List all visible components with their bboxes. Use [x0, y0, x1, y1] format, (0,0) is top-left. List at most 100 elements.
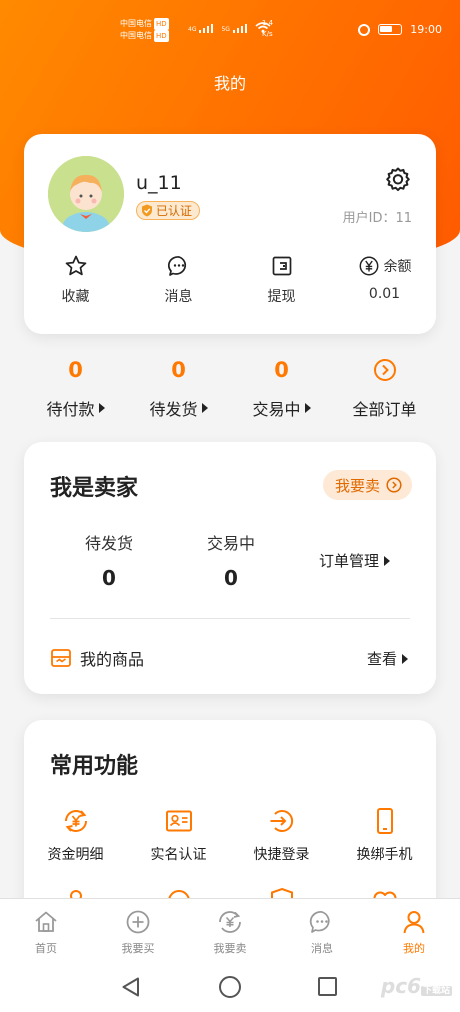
- chat-icon: [167, 256, 186, 276]
- stat-value: 0: [224, 566, 238, 590]
- verified-shield-icon: [142, 204, 152, 217]
- seller-title: 我是卖家: [50, 476, 139, 501]
- quick-messages[interactable]: 消息: [127, 254, 230, 306]
- stat-label: 交易中: [206, 534, 255, 553]
- tab-label: 我的: [403, 942, 425, 955]
- network-type-1: 4G: [188, 26, 197, 33]
- sell-button-label: 我要卖: [334, 476, 380, 495]
- order-in-progress[interactable]: 0 交易中: [230, 356, 333, 420]
- divider: [50, 618, 410, 619]
- function-change-phone[interactable]: 换绑手机: [333, 806, 436, 864]
- order-count: 0: [171, 358, 186, 382]
- tab-buy[interactable]: 我要买: [92, 899, 184, 962]
- tab-messages[interactable]: 消息: [276, 899, 368, 962]
- verified-label: 已认证: [156, 204, 193, 218]
- order-management-label: 订单管理: [318, 552, 379, 570]
- bottom-tab-bar: 首页 我要买 我要卖 消息 我的: [0, 898, 460, 962]
- carrier-2: 中国电信: [120, 31, 152, 40]
- back-triangle-icon[interactable]: [120, 976, 142, 998]
- verified-badge: 已认证: [136, 201, 201, 220]
- quick-withdraw[interactable]: 提现: [230, 254, 333, 306]
- my-goods-link[interactable]: 我的商品: [50, 646, 144, 670]
- profile-card: u_11 已认证 用户ID：11 收藏 消息 提现 余额 0.01: [24, 134, 436, 334]
- seller-card: 我是卖家 我要卖 待发货 0 交易中 0 订单管理 我的商品 查看: [24, 442, 436, 694]
- battery-icon: [378, 24, 403, 35]
- speed-unit: K/s: [262, 30, 273, 38]
- quick-balance[interactable]: 余额 0.01: [333, 254, 436, 306]
- home-circle-icon[interactable]: [219, 976, 241, 998]
- clock: 19:00: [410, 23, 442, 36]
- phone-icon: [376, 808, 393, 834]
- triangle-right-icon: [304, 403, 311, 413]
- avatar[interactable]: [48, 156, 124, 232]
- star-icon: [65, 255, 86, 276]
- triangle-right-icon: [384, 555, 390, 566]
- hd-badge-1: HD: [154, 18, 169, 30]
- yen-cycle-icon: [219, 911, 241, 933]
- view-goods-link[interactable]: 查看: [367, 648, 408, 669]
- order-label: 待付款: [46, 400, 95, 419]
- order-count: 0: [274, 358, 289, 382]
- triangle-right-icon: [402, 653, 408, 664]
- arrow-circle-icon: [386, 477, 402, 493]
- order-pending-shipment[interactable]: 0 待发货: [127, 356, 230, 420]
- status-right: 19:00: [358, 23, 442, 36]
- login-icon: [270, 810, 293, 832]
- order-label: 待发货: [149, 400, 198, 419]
- seller-stat-pending-shipment[interactable]: 待发货 0: [54, 530, 164, 590]
- wallet-icon: [272, 256, 291, 276]
- gear-icon[interactable]: [384, 166, 412, 194]
- speed-value: 1.4: [262, 19, 274, 27]
- function-label: 实名认证: [150, 847, 207, 863]
- status-bar: 中国电信 HD 中国电信 HD 4G 5G 1.4 K/s 19:00: [0, 14, 460, 48]
- goods-box-icon: [51, 649, 71, 667]
- seller-stat-in-progress[interactable]: 交易中 0: [176, 530, 286, 590]
- tab-profile[interactable]: 我的: [368, 899, 460, 962]
- home-icon: [35, 911, 57, 932]
- order-management-link[interactable]: 订单管理: [319, 550, 390, 571]
- order-all[interactable]: 全部订单: [333, 356, 436, 420]
- triangle-right-icon: [98, 403, 105, 413]
- order-pending-payment[interactable]: 0 待付款: [24, 356, 127, 420]
- tab-sell[interactable]: 我要卖: [184, 899, 276, 962]
- alarm-icon: [358, 23, 371, 36]
- order-count: 0: [68, 358, 83, 382]
- order-status-bar: 0 待付款 0 待发货 0 交易中 全部订单: [24, 356, 436, 420]
- page-title: 我的: [213, 74, 246, 93]
- function-label: 资金明细: [47, 847, 104, 863]
- watermark-tag: 下载站: [420, 986, 452, 996]
- recent-apps-icon[interactable]: [318, 977, 337, 996]
- function-quick-login[interactable]: 快捷登录: [230, 806, 333, 864]
- balance-value: 0.01: [368, 286, 401, 302]
- quick-withdraw-label: 提现: [267, 289, 296, 305]
- tab-label: 首页: [35, 942, 57, 955]
- system-nav-bar: pc6 下载站: [0, 962, 460, 1012]
- function-label: 换绑手机: [356, 847, 413, 863]
- tab-home[interactable]: 首页: [0, 899, 92, 962]
- triangle-right-icon: [201, 403, 208, 413]
- carrier-1: 中国电信: [120, 19, 152, 28]
- sell-button[interactable]: 我要卖: [322, 470, 412, 500]
- avatar-illustration: [48, 156, 124, 232]
- hd-badge-2: HD: [154, 30, 169, 42]
- quick-favorites-label: 收藏: [61, 289, 90, 305]
- tab-label: 我要卖: [213, 942, 247, 955]
- functions-title: 常用功能: [50, 754, 139, 779]
- my-goods-label: 我的商品: [80, 650, 145, 669]
- order-label: 全部订单: [352, 400, 417, 419]
- signal-icon: 4G 5G: [188, 22, 271, 33]
- order-label: 交易中: [252, 400, 301, 419]
- username: u_11: [136, 172, 182, 194]
- message-icon: [309, 911, 330, 933]
- function-fund-detail[interactable]: 资金明细: [24, 806, 127, 864]
- balance-label: 余额: [383, 259, 412, 275]
- user-id: 用户ID：11: [342, 211, 412, 226]
- plus-circle-icon: [126, 910, 150, 934]
- network-type-2: 5G: [221, 26, 230, 33]
- function-real-name[interactable]: 实名认证: [127, 806, 230, 864]
- person-icon: [403, 911, 425, 934]
- yen-icon: [359, 256, 378, 276]
- stat-value: 0: [102, 566, 116, 590]
- quick-favorites[interactable]: 收藏: [24, 254, 127, 306]
- tab-label: 我要买: [121, 942, 155, 955]
